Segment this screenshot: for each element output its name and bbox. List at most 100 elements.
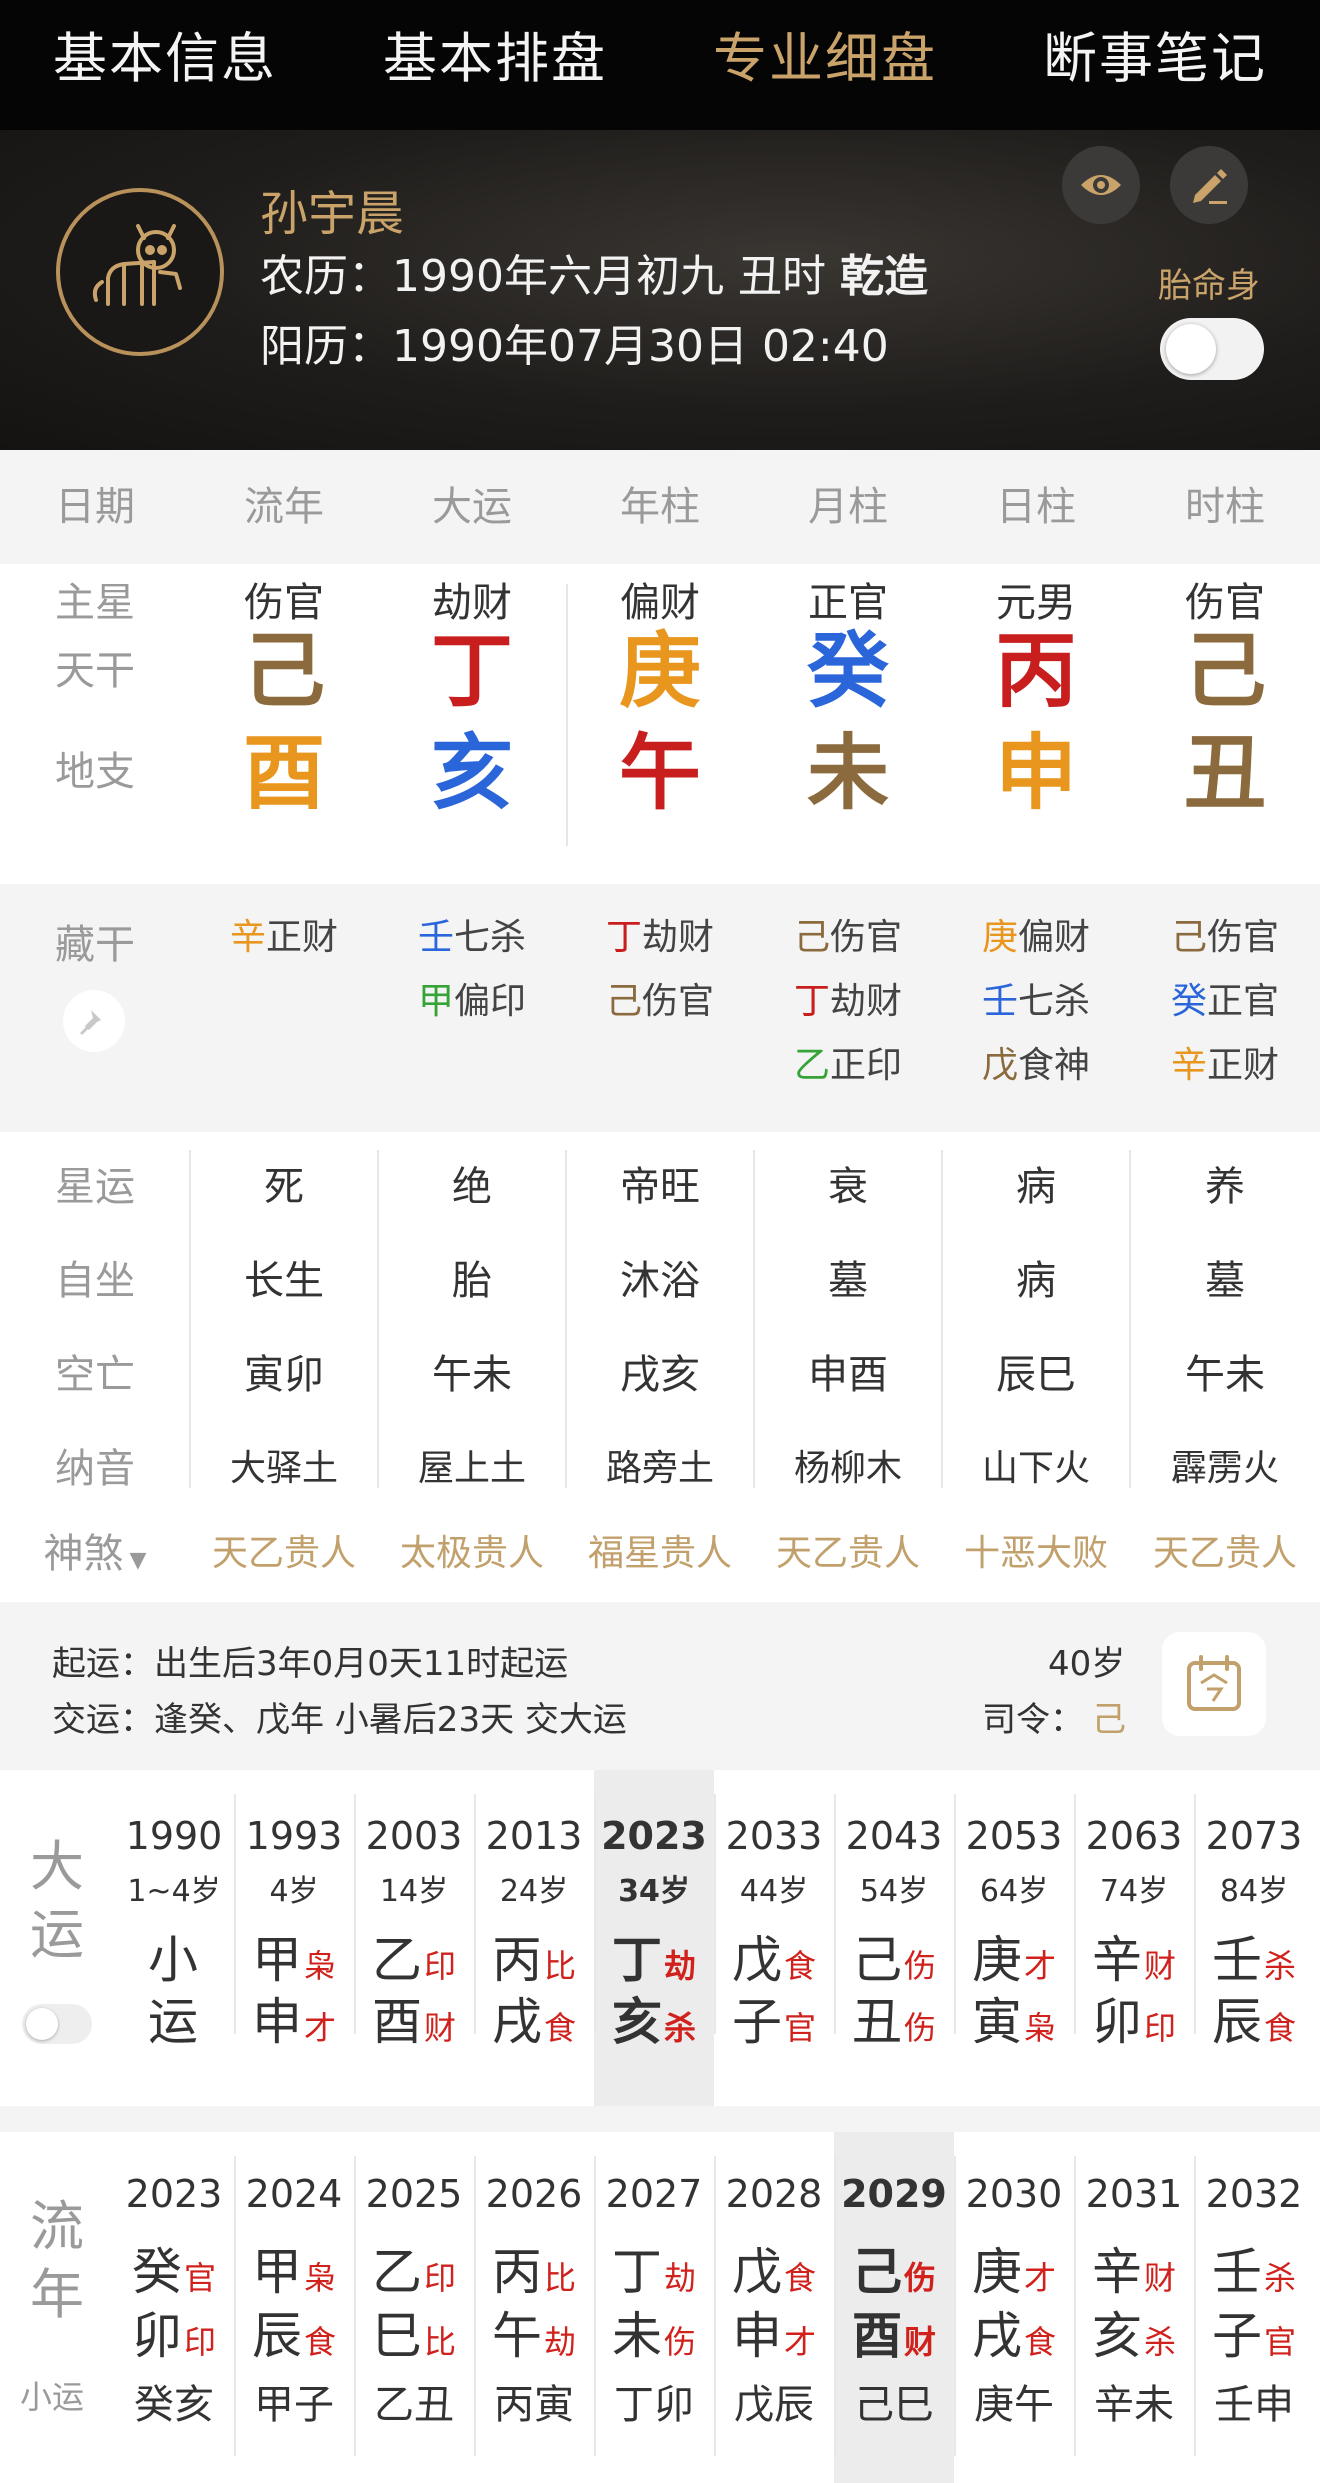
pin-button[interactable] (63, 990, 125, 1052)
col-date: 日期 (55, 484, 135, 530)
dayun-column[interactable]: 1993 4岁 甲枭 申才 (234, 1770, 354, 2106)
kongwang-cell: 申酉 (808, 1352, 888, 1398)
dayun-branch: 卯印 (1074, 1982, 1194, 2054)
shensha-cell[interactable]: 天乙贵人 (754, 1516, 942, 1592)
qiyun-line: 起运：出生后3年0月0天11时起运 (52, 1636, 568, 1685)
stem-shishen: 财 (1143, 2259, 1176, 2297)
shensha-cell[interactable]: 福星贵人 (566, 1516, 754, 1592)
branch-shishen: 才 (783, 2323, 816, 2361)
nayin-cell: 霹雳火 (1170, 1448, 1279, 1489)
tab-basic-chart[interactable]: 基本排盘 (330, 0, 660, 130)
dayun-column[interactable]: 2003 14岁 乙印 酉财 (354, 1770, 474, 2106)
xingyun-cell: 病 (1016, 1164, 1056, 1210)
nayin-cell: 路旁土 (605, 1448, 714, 1489)
edit-button[interactable] (1170, 146, 1248, 224)
qiyun-age: 40岁 (1048, 1644, 1126, 1684)
branch-char: 申 (251, 1993, 302, 2051)
dayun-column[interactable]: 1990 1~4岁小运 (114, 1770, 234, 2106)
canggan-shishen: 正财 (266, 917, 339, 958)
stem-char: 壬 (1211, 1931, 1262, 1989)
liunian-column[interactable]: 2031 辛财 亥杀 辛未 (1074, 2132, 1194, 2483)
branch-shishen: 劫 (543, 2323, 576, 2361)
dayun-year: 2033 (725, 1814, 823, 1858)
xiaoyun-label: 小运 (20, 2378, 85, 2416)
stem-char: 丁 (611, 2243, 662, 2301)
liunian-column[interactable]: 2026 丙比 午劫 丙寅 (474, 2132, 594, 2483)
stem-shishen: 杀 (1263, 1947, 1296, 1985)
divider (714, 1794, 716, 2034)
liunian-column[interactable]: 2027 丁劫 未伤 丁卯 (594, 2132, 714, 2483)
liunian-column[interactable]: 2030 庚才 戌食 庚午 (954, 2132, 1074, 2483)
tiangan-dayun[interactable]: 丁 (378, 616, 566, 728)
label-dizhi: 地支 (55, 749, 135, 795)
tiangan-month[interactable]: 癸 (754, 616, 942, 728)
dayun-column[interactable]: 2023 34岁 丁劫 亥杀 (594, 1770, 714, 2106)
dayun-age: 54岁 (859, 1874, 929, 1909)
dayun-column[interactable]: 2013 24岁 丙比 戌食 (474, 1770, 594, 2106)
xiaoyun-value: 甲子 (254, 2382, 334, 2428)
dayun-year: 2043 (845, 1814, 943, 1858)
liunian-stem: 乙印 (354, 2232, 474, 2304)
stem-char: 己 (851, 2243, 902, 2301)
liunian-column[interactable]: 2023 癸官 卯印 癸亥 (114, 2132, 234, 2483)
liunian-column[interactable]: 2024 甲枭 辰食 甲子 (234, 2132, 354, 2483)
tab-notes[interactable]: 断事笔记 (990, 0, 1320, 130)
liunian-column[interactable]: 2025 乙印 巳比 乙丑 (354, 2132, 474, 2483)
solar-label: 阳历： (260, 321, 392, 372)
shensha-cell[interactable]: 天乙贵人 (190, 1516, 378, 1592)
tiangan-day[interactable]: 丙 (942, 616, 1130, 728)
canggan-stem: 壬 (981, 981, 1018, 1022)
branch-char: 丑 (851, 1993, 902, 2051)
avatar[interactable] (56, 188, 224, 356)
canggan-section: 藏干 辛正财 壬七杀 甲偏印 丁劫财 己伤官 己伤官 丁劫财 乙正印 庚偏财 壬七杀 戊食神 己伤官癸… (0, 884, 1320, 1132)
liunian-branch: 未伤 (594, 2296, 714, 2368)
liunian-column[interactable]: 2032 壬杀 子官 壬申 (1194, 2132, 1314, 2483)
dizhi-day[interactable]: 申 (942, 714, 1130, 834)
dayun-branch: 寅枭 (954, 1982, 1074, 2054)
dizhi-hour[interactable]: 丑 (1130, 714, 1320, 834)
canggan-stem: 庚 (981, 917, 1018, 958)
dizhi-liunian[interactable]: 酉 (190, 714, 378, 834)
stem-char: 小 (148, 1931, 198, 1989)
siling-label: 司令： (982, 1700, 1084, 1740)
tiangan-hour[interactable]: 己 (1130, 616, 1320, 728)
today-calendar-button[interactable] (1162, 1632, 1266, 1736)
shensha-cell[interactable]: 太极贵人 (378, 1516, 566, 1592)
tiangan-liunian[interactable]: 己 (190, 616, 378, 728)
taiming-toggle[interactable] (1160, 318, 1264, 380)
tab-professional-chart[interactable]: 专业细盘 (660, 0, 990, 130)
liunian-branch: 酉财 (834, 2296, 954, 2368)
canggan-stem: 丁 (793, 981, 830, 1022)
liunian-column[interactable]: 2029 己伤 酉财 己巳 (834, 2132, 954, 2483)
view-button[interactable] (1062, 146, 1140, 224)
dayun-age: 24岁 (499, 1874, 569, 1909)
shensha-dropdown[interactable]: 神煞 ▼ (0, 1516, 190, 1599)
stem-shishen: 官 (183, 2259, 216, 2297)
dayun-column[interactable]: 2043 54岁 己伤 丑伤 (834, 1770, 954, 2106)
xiaoyun-value: 己巳 (854, 2382, 934, 2428)
dizhi-year[interactable]: 午 (566, 714, 754, 834)
dayun-column[interactable]: 2073 84岁 壬杀 辰食 (1194, 1770, 1314, 2106)
dizhi-dayun[interactable]: 亥 (378, 714, 566, 834)
tiangan-year[interactable]: 庚 (566, 616, 754, 728)
shensha-cell[interactable]: 天乙贵人 (1130, 1516, 1320, 1592)
liunian-column[interactable]: 2028 戊食 申才 戊辰 (714, 2132, 834, 2483)
dayun-toggle[interactable] (22, 2004, 92, 2044)
canggan-item: 乙正印 (754, 1034, 942, 1098)
dayun-column[interactable]: 2063 74岁 辛财 卯印 (1074, 1770, 1194, 2106)
branch-char: 子 (731, 1993, 782, 2051)
liunian-year: 2031 (1085, 2172, 1183, 2216)
dizhi-month[interactable]: 未 (754, 714, 942, 834)
lunar-value: 1990年六月初九 丑时 (392, 251, 826, 302)
kongwang-cell: 辰巳 (996, 1352, 1076, 1398)
lunar-date: 农历：1990年六月初九 丑时 乾造 (260, 240, 928, 304)
stem-shishen: 财 (1143, 1947, 1176, 1985)
dayun-year: 2023 (601, 1814, 707, 1858)
dayun-column[interactable]: 2033 44岁 戊食 子官 (714, 1770, 834, 2106)
dayun-year: 1993 (245, 1814, 343, 1858)
canggan-shishen: 偏财 (1018, 917, 1091, 958)
tab-basic-info[interactable]: 基本信息 (0, 0, 330, 130)
dayun-column[interactable]: 2053 64岁 庚才 寅枭 (954, 1770, 1074, 2106)
col-dayun: 大运 (432, 484, 512, 530)
shensha-cell[interactable]: 十恶大败 (942, 1516, 1130, 1592)
